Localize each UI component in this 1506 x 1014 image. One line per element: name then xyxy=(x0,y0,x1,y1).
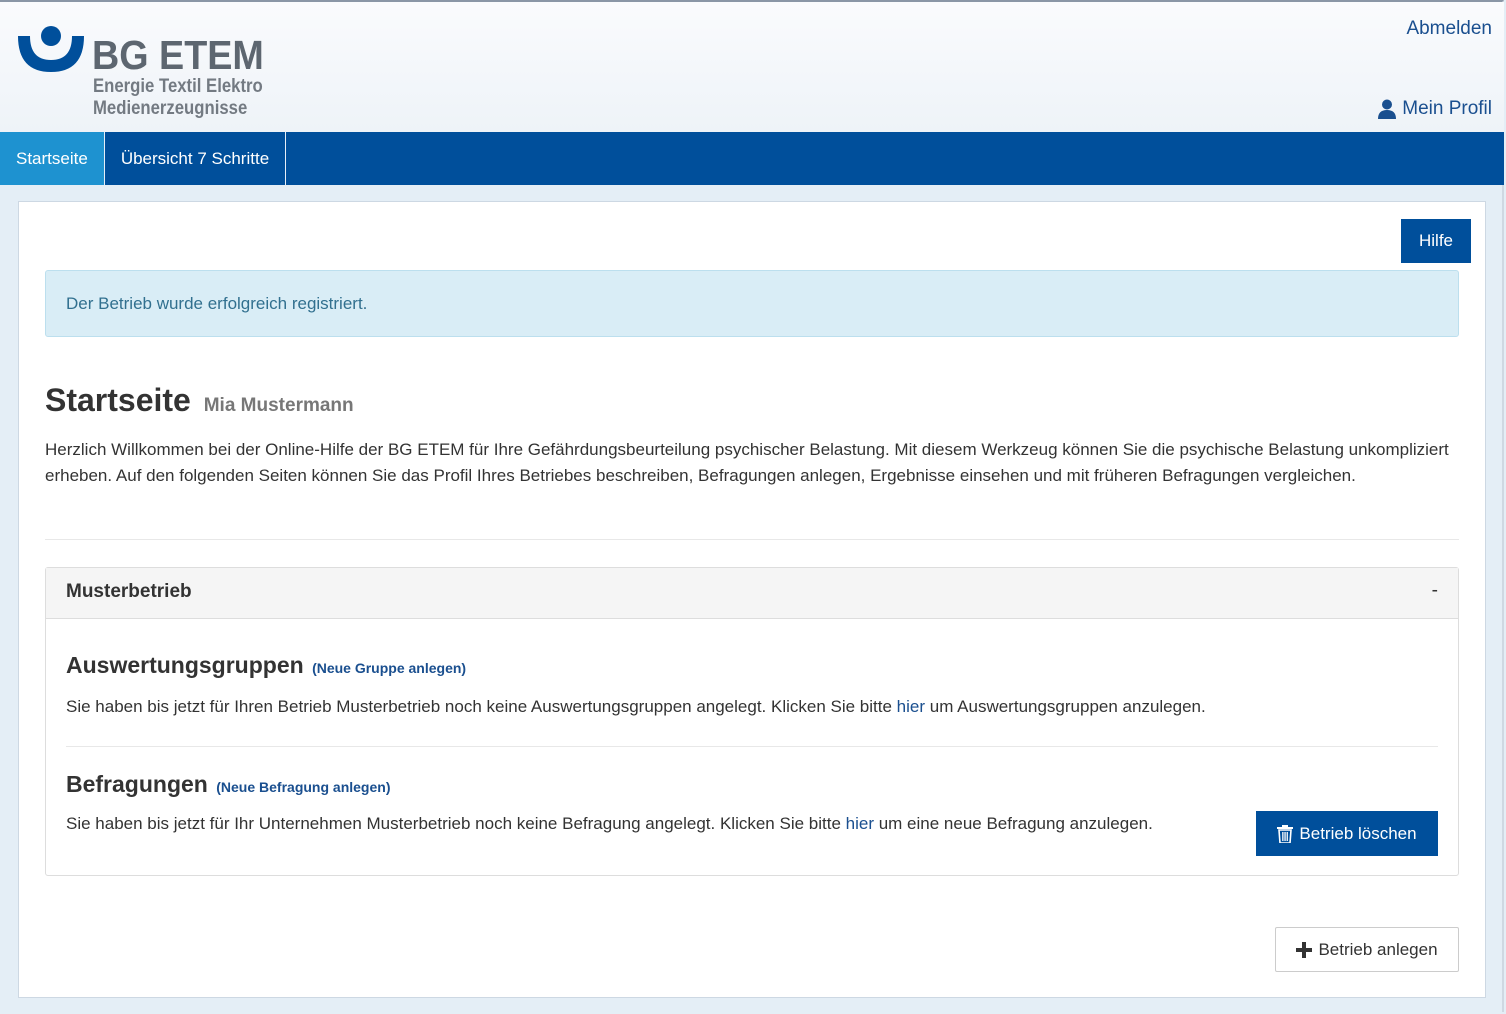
brand-logo[interactable]: BG ETEM Energie Textil Elektro Medienerz… xyxy=(18,26,278,126)
logo-subtitle-line2: Medienerzeugnisse xyxy=(93,98,248,119)
profile-label: Mein Profil xyxy=(1402,98,1492,119)
profile-link[interactable]: Mein Profil xyxy=(1378,98,1492,120)
surveys-text: Sie haben bis jetzt für Ihr Unternehmen … xyxy=(66,814,1153,834)
groups-title: Auswertungsgruppen xyxy=(66,652,304,678)
logo-subtitle-line1: Energie Textil Elektro xyxy=(93,76,263,97)
groups-text-after: um Auswertungsgruppen anzulegen. xyxy=(925,697,1206,716)
groups-here-link[interactable]: hier xyxy=(897,697,925,716)
company-card-header[interactable]: Musterbetrieb - xyxy=(46,568,1458,619)
surveys-text-after: um eine neue Befragung anzulegen. xyxy=(874,814,1153,833)
new-survey-link[interactable]: (Neue Befragung anlegen) xyxy=(216,779,390,795)
page-title: Startseite Mia Mustermann xyxy=(45,382,354,419)
add-company-label: Betrieb anlegen xyxy=(1318,939,1438,959)
divider xyxy=(45,539,1459,540)
page-title-text: Startseite xyxy=(45,382,191,418)
surveys-here-link[interactable]: hier xyxy=(846,814,874,833)
surveys-text-before: Sie haben bis jetzt für Ihr Unternehmen … xyxy=(66,814,846,833)
logout-link[interactable]: Abmelden xyxy=(1406,18,1492,40)
user-icon xyxy=(1378,99,1397,119)
collapse-toggle[interactable]: - xyxy=(1432,580,1438,602)
delete-company-label: Betrieb löschen xyxy=(1299,823,1417,843)
trash-icon xyxy=(1277,824,1294,843)
user-name: Mia Mustermann xyxy=(203,395,354,416)
nav-item-uebersicht-7-schritte[interactable]: Übersicht 7 Schritte xyxy=(105,132,287,185)
content-panel: Hilfe Der Betrieb wurde erfolgreich regi… xyxy=(18,201,1486,998)
surveys-title: Befragungen xyxy=(66,771,208,797)
success-alert: Der Betrieb wurde erfolgreich registrier… xyxy=(45,270,1459,337)
company-card: Musterbetrieb - Auswertungsgruppen (Neue… xyxy=(45,567,1459,876)
intro-text: Herzlich Willkommen bei der Online-Hilfe… xyxy=(45,440,1449,485)
bg-etem-logo-icon xyxy=(18,26,84,72)
add-company-button[interactable]: Betrieb anlegen xyxy=(1275,927,1459,972)
nav-item-startseite[interactable]: Startseite xyxy=(0,132,105,185)
new-group-link[interactable]: (Neue Gruppe anlegen) xyxy=(312,660,466,676)
groups-heading: Auswertungsgruppen (Neue Gruppe anlegen) xyxy=(66,652,466,679)
main-navigation: Startseite Übersicht 7 Schritte xyxy=(0,132,1504,185)
section-divider xyxy=(66,746,1438,747)
surveys-heading: Befragungen (Neue Befragung anlegen) xyxy=(66,771,390,798)
company-name: Musterbetrieb xyxy=(66,581,192,602)
groups-text: Sie haben bis jetzt für Ihren Betrieb Mu… xyxy=(66,697,1206,717)
delete-company-button[interactable]: Betrieb löschen xyxy=(1256,811,1438,856)
plus-icon xyxy=(1296,941,1313,958)
groups-text-before: Sie haben bis jetzt für Ihren Betrieb Mu… xyxy=(66,697,897,716)
site-header: BG ETEM Energie Textil Elektro Medienerz… xyxy=(0,2,1504,132)
help-button[interactable]: Hilfe xyxy=(1401,219,1471,263)
logo-title: BG ETEM xyxy=(92,32,264,78)
